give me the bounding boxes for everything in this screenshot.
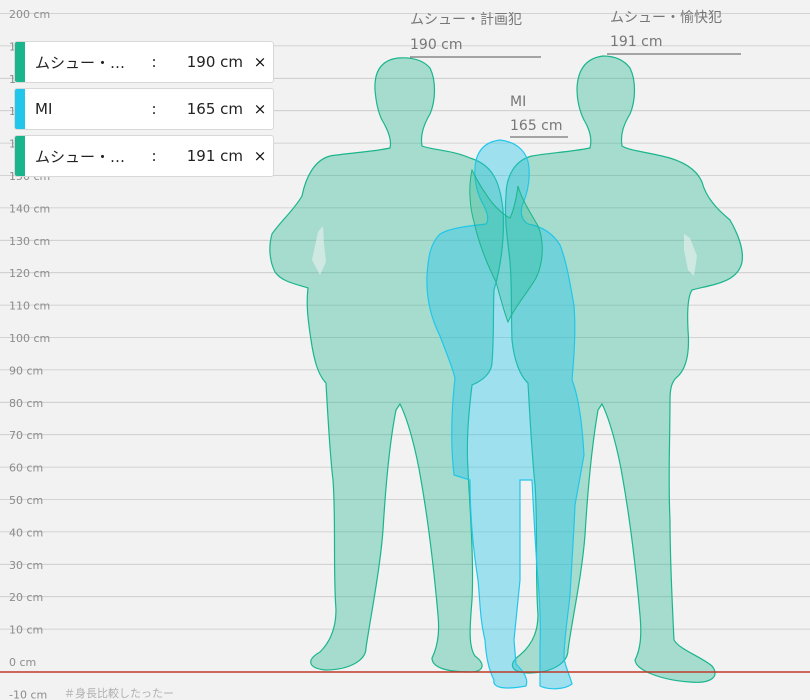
y-tick-label: 70 cm: [9, 429, 43, 442]
legend-name: MI: [35, 100, 53, 118]
y-tick-label: 0 cm: [9, 656, 36, 669]
legend-color-swatch: [15, 136, 25, 176]
legend-color-swatch: [15, 89, 25, 129]
y-tick-label: 140 cm: [9, 202, 50, 215]
remove-icon[interactable]: ×: [249, 100, 271, 118]
y-tick-label: 20 cm: [9, 591, 43, 604]
y-tick-label: 130 cm: [9, 235, 50, 248]
label-figure-3: ムシュー・愉快犯 191 cm: [607, 10, 741, 55]
legend-height: 190 cm: [186, 53, 243, 71]
legend-item: ムシュー・… : 190 cm ×: [14, 41, 274, 83]
remove-icon[interactable]: ×: [249, 53, 271, 71]
y-tick-label: 30 cm: [9, 559, 43, 572]
label-figure-1-name: ムシュー・計画犯: [410, 12, 522, 28]
label-figure-1: ムシュー・計画犯 190 cm: [410, 12, 541, 58]
y-tick-label: 120 cm: [9, 267, 50, 280]
legend-name: ムシュー・…: [35, 147, 126, 166]
legend-separator: :: [151, 53, 157, 71]
label-figure-3-height: 191 cm: [610, 34, 663, 50]
legend-color-swatch: [15, 42, 25, 82]
y-tick-label: 90 cm: [9, 364, 43, 377]
y-tick-label: -10 cm: [9, 688, 47, 700]
label-figure-2-name: MI: [510, 94, 526, 110]
y-tick-label: 200 cm: [9, 8, 50, 21]
legend-name: ムシュー・…: [35, 53, 126, 72]
y-tick-label: 80 cm: [9, 397, 43, 410]
remove-icon[interactable]: ×: [249, 147, 271, 165]
y-tick-label: 50 cm: [9, 494, 43, 507]
label-figure-1-height: 190 cm: [410, 37, 463, 53]
legend-height: 165 cm: [186, 100, 243, 118]
legend-separator: :: [151, 147, 157, 165]
label-figure-3-name: ムシュー・愉快犯: [610, 10, 722, 26]
label-figure-2: MI 165 cm: [510, 94, 568, 138]
legend-panel: ムシュー・… : 190 cm × MI : 165 cm × ムシュー・… :…: [14, 41, 274, 182]
legend-item: MI : 165 cm ×: [14, 88, 274, 130]
legend-item: ムシュー・… : 191 cm ×: [14, 135, 274, 177]
legend-separator: :: [151, 100, 157, 118]
legend-height: 191 cm: [186, 147, 243, 165]
footer-hashtag: ＃身長比較したったー: [64, 686, 174, 700]
y-tick-label: 40 cm: [9, 526, 43, 539]
y-tick-label: 60 cm: [9, 462, 43, 475]
label-figure-2-height: 165 cm: [510, 118, 563, 134]
y-tick-label: 100 cm: [9, 332, 50, 345]
y-tick-label: 10 cm: [9, 624, 43, 637]
y-tick-label: 110 cm: [9, 300, 50, 313]
